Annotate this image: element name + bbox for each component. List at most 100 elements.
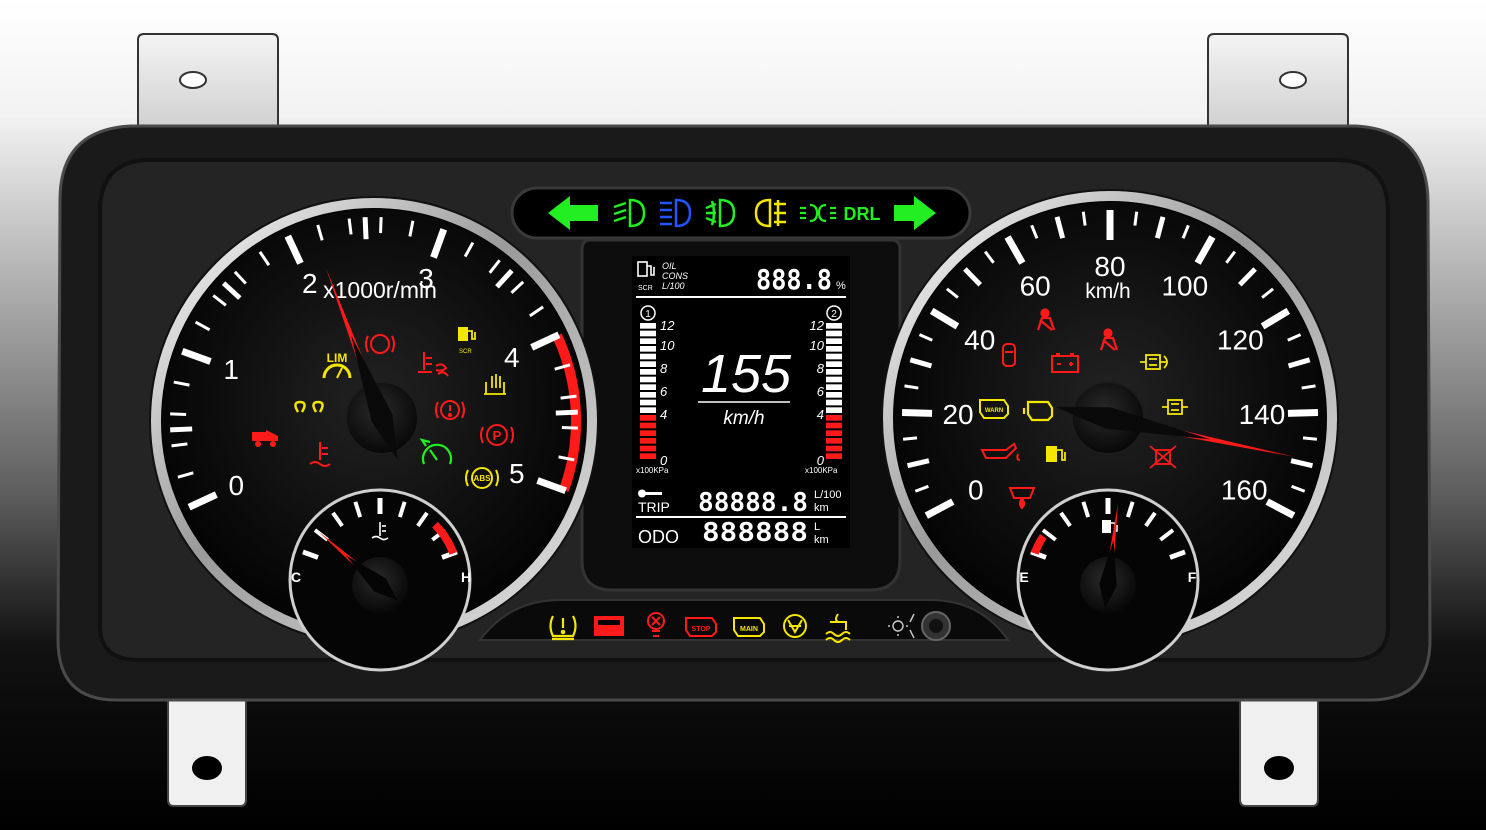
trip-value: 88888.8 (698, 488, 808, 518)
speedometer-scale-label: 100 (1161, 271, 1208, 302)
speedometer-scale-label: 140 (1239, 399, 1286, 430)
pressure-bar-segment (826, 415, 842, 421)
bar1-tick-label: 10 (660, 338, 675, 353)
lcd-display: SCR OIL CONS L/100 888.8 % 1 2 12 12 10 10 8… (632, 256, 850, 548)
pressure-bar-segment (640, 453, 656, 459)
bar2-unit-label: x100KPa (805, 466, 838, 475)
lcd-top-value: 888.8 (756, 263, 832, 296)
speedometer-scale-label: 20 (942, 399, 973, 430)
lcd-l100-label: L/100 (662, 281, 685, 291)
odo-unit-top: L (814, 521, 820, 533)
pressure-bar-segment (826, 445, 842, 452)
pressure-bar-segment (826, 384, 842, 390)
fuel-low-label: E (1019, 569, 1028, 585)
scr-label: SCR (459, 349, 472, 355)
speedometer-unit-label: km/h (1085, 280, 1131, 303)
pressure-bar-segment (826, 330, 842, 337)
speedometer-tick (902, 436, 918, 441)
pressure-bar-segment (826, 338, 842, 344)
bar1-tick-label: 8 (660, 361, 668, 376)
trip-unit-bottom: km (814, 502, 829, 514)
tachometer-unit-label: x1000r/min (323, 277, 437, 303)
pressure-bar-segment (640, 384, 656, 390)
tachometer-tick (170, 426, 193, 433)
pressure-bar-segment (640, 445, 656, 452)
top-left-bracket (137, 33, 279, 131)
pressure-bar-segment (640, 376, 656, 383)
pressure-bar-segment (826, 369, 842, 375)
lcd-percent-label: % (836, 280, 846, 292)
pressure-bar-segment (640, 438, 656, 444)
speedometer-scale-label: 40 (964, 325, 995, 356)
charging-warning-icon (594, 616, 624, 636)
tachometer-tick (170, 412, 187, 416)
pressure-bar-segment (826, 361, 842, 367)
speedometer-tick (904, 384, 919, 390)
main-label: MAIN (740, 626, 758, 633)
bar2-tick-label: 8 (817, 361, 825, 376)
pressure-bar-segment (640, 369, 656, 375)
pressure-bar-segment (826, 353, 842, 360)
drl-indicator-label: DRL (844, 204, 881, 224)
pressure-bar-segment (826, 323, 842, 329)
parking-brake-label: P (493, 428, 502, 443)
pressure-bar-segment (640, 346, 656, 352)
lcd-scr-label: SCR (638, 285, 653, 292)
coolant-low-label: C (291, 569, 301, 585)
tachometer-tick (362, 217, 369, 240)
fuel-level-gauge: E F (1016, 488, 1200, 672)
tachometer-tick (171, 442, 188, 448)
bar2-badge: 2 (831, 309, 837, 320)
digital-speed-unit: km/h (723, 408, 764, 429)
speedometer-scale-label: 160 (1221, 474, 1268, 505)
bottom-indicator-strip: STOP MAIN (477, 599, 1010, 643)
pressure-bar-segment (640, 399, 656, 406)
bar1-tick-label: 12 (660, 318, 675, 333)
lcd-cons-label: CONS (662, 271, 688, 281)
speedometer-tick (1301, 384, 1316, 390)
odo-label: ODO (638, 527, 679, 547)
bar1-tick-label: 6 (660, 384, 668, 399)
pressure-bar-segment (826, 407, 842, 413)
bar1-tick-label: 4 (660, 407, 667, 422)
abs-label: ABS (474, 474, 492, 483)
speedometer-scale-label: 60 (1020, 271, 1051, 302)
bar1-badge: 1 (645, 309, 651, 320)
speedometer-scale-label: 0 (968, 474, 984, 505)
pressure-bar-segment (826, 430, 842, 436)
trip-label: TRIP (638, 499, 670, 515)
pressure-bar-segment (826, 392, 842, 398)
tachometer-tick (555, 409, 578, 416)
speedometer-tick (1287, 409, 1319, 417)
bar2-tick-label: 6 (817, 384, 825, 399)
tachometer-tick (560, 394, 577, 400)
pressure-bar-segment (640, 407, 656, 413)
bar2-tick-label: 12 (810, 318, 825, 333)
tachometer-scale-label: 1 (223, 354, 239, 385)
pressure-bar-segment (640, 415, 656, 421)
bottom-left-bracket (167, 689, 247, 807)
speedometer-scale-label: 120 (1217, 325, 1264, 356)
trip-unit-top: L/100 (814, 489, 842, 501)
pressure-bar-segment (826, 438, 842, 444)
pressure-bar-segment (640, 353, 656, 360)
speedometer-tick (1081, 211, 1087, 226)
bottom-right-bracket (1239, 689, 1319, 807)
odo-value: 888888 (702, 518, 808, 548)
tachometer-tick (561, 426, 578, 430)
top-indicator-bar: DRL (510, 186, 972, 240)
warn-label: WARN (985, 408, 1003, 414)
digital-speed-value: 155 (701, 344, 792, 404)
bar2-tick-label: 4 (817, 407, 824, 422)
coolant-high-label: H (461, 569, 471, 585)
fuel-high-label: F (1188, 569, 1197, 585)
pressure-bar-segment (640, 422, 656, 429)
instrument-cluster: DRL SCR OIL CONS L/100 888.8 % 1 2 12 12 1 (56, 33, 1432, 807)
pressure-bar-segment (826, 376, 842, 383)
lim-label: LIM (327, 351, 348, 365)
lcd-oil-label: OIL (662, 261, 677, 271)
tachometer-tick (379, 217, 383, 234)
coolant-temperature-gauge: C H (288, 488, 472, 672)
pressure-bar-segment (640, 392, 656, 398)
pressure-bar-segment (640, 330, 656, 337)
